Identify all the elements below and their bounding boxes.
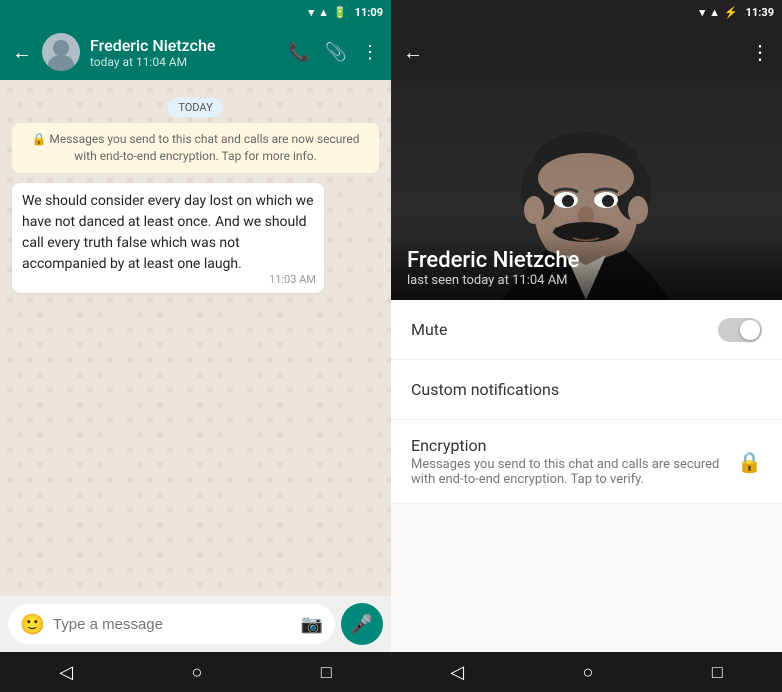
encryption-label: Encryption	[411, 436, 737, 455]
custom-notifications-label: Custom notifications	[411, 380, 762, 399]
chat-contact-name: Frederic Nietzche	[90, 36, 278, 55]
signal-icon: ▲	[318, 6, 329, 19]
encryption-sub: Messages you send to this chat and calls…	[411, 457, 737, 487]
more-options-icon[interactable]: ⋮	[361, 42, 379, 63]
chat-back-button[interactable]: ←	[12, 40, 32, 65]
attach-icon[interactable]: 📎	[325, 42, 347, 63]
chat-header-info[interactable]: Frederic Nietzche today at 11:04 AM	[90, 36, 278, 69]
wifi-icon: ▾	[309, 6, 315, 19]
right-status-bar: ▾ ▲ ⚡ 11:39	[391, 0, 782, 24]
chat-contact-sub: today at 11:04 AM	[90, 55, 278, 69]
mute-toggle[interactable]	[718, 318, 762, 342]
right-status-icons: ▾ ▲ ⚡ 11:39	[700, 6, 774, 19]
message-bubble: We should consider every day lost on whi…	[12, 183, 324, 293]
encryption-row[interactable]: Encryption Messages you send to this cha…	[391, 420, 782, 504]
message-text: We should consider every day lost on whi…	[22, 193, 314, 272]
custom-notifications-row[interactable]: Custom notifications	[391, 360, 782, 420]
left-recents-nav-icon[interactable]: □	[321, 662, 332, 683]
phone-icon[interactable]: 📞	[288, 42, 310, 63]
battery-icon-right: ⚡	[724, 6, 738, 19]
chat-panel: ← Frederic Nietzche today at 11:04 AM 📞 …	[0, 24, 391, 652]
right-recents-nav-icon[interactable]: □	[712, 662, 723, 683]
mute-option-row[interactable]: Mute	[391, 300, 782, 360]
right-back-nav-icon[interactable]: ◁	[450, 662, 464, 683]
profile-image-section[interactable]: Frederic Nietzche last seen today at 11:…	[391, 80, 782, 300]
camera-icon[interactable]: 📷	[301, 614, 323, 635]
left-time: 11:09	[355, 6, 383, 19]
message-time: 11:03 AM	[269, 272, 316, 289]
date-label: TODAY	[12, 96, 379, 115]
profile-header: ← ⋮	[391, 24, 782, 80]
contact-avatar[interactable]	[42, 33, 80, 71]
right-time: 11:39	[746, 6, 774, 19]
battery-icon: 🔋	[333, 6, 347, 19]
right-home-nav-icon[interactable]: ○	[583, 662, 594, 683]
signal-icon-right: ▲	[709, 6, 720, 19]
encryption-notice[interactable]: 🔒 Messages you send to this chat and cal…	[12, 123, 379, 173]
profile-options: Mute Custom notifications Encryption Mes…	[391, 300, 782, 652]
chat-input-bar: 🙂 📷 🎤	[0, 596, 391, 652]
profile-panel: ← ⋮	[391, 24, 782, 652]
right-nav-bar: ◁ ○ □	[391, 652, 782, 692]
profile-back-button[interactable]: ←	[403, 40, 423, 65]
left-home-nav-icon[interactable]: ○	[192, 662, 203, 683]
profile-more-options-icon[interactable]: ⋮	[750, 40, 770, 64]
toggle-knob	[740, 320, 760, 340]
mic-button[interactable]: 🎤	[341, 603, 383, 645]
message-input-wrapper: 🙂 📷	[8, 604, 335, 644]
profile-image-overlay: Frederic Nietzche last seen today at 11:…	[391, 236, 782, 300]
chat-header: ← Frederic Nietzche today at 11:04 AM 📞 …	[0, 24, 391, 80]
left-status-bar: ▾ ▲ 🔋 11:09	[0, 0, 391, 24]
emoji-icon[interactable]: 🙂	[20, 612, 45, 636]
chat-header-actions: 📞 📎 ⋮	[288, 42, 379, 63]
lock-icon: 🔒	[737, 450, 762, 474]
left-back-nav-icon[interactable]: ◁	[59, 662, 73, 683]
mute-label: Mute	[411, 320, 718, 339]
left-status-icons: ▾ ▲ 🔋 11:09	[309, 6, 383, 19]
left-nav-bar: ◁ ○ □	[0, 652, 391, 692]
message-input[interactable]	[53, 616, 293, 633]
chat-messages-area: TODAY 🔒 Messages you send to this chat a…	[0, 80, 391, 596]
profile-last-seen: last seen today at 11:04 AM	[407, 273, 766, 288]
encryption-info: Encryption Messages you send to this cha…	[411, 436, 737, 487]
wifi-icon-right: ▾	[700, 6, 706, 19]
profile-name: Frederic Nietzche	[407, 248, 766, 273]
